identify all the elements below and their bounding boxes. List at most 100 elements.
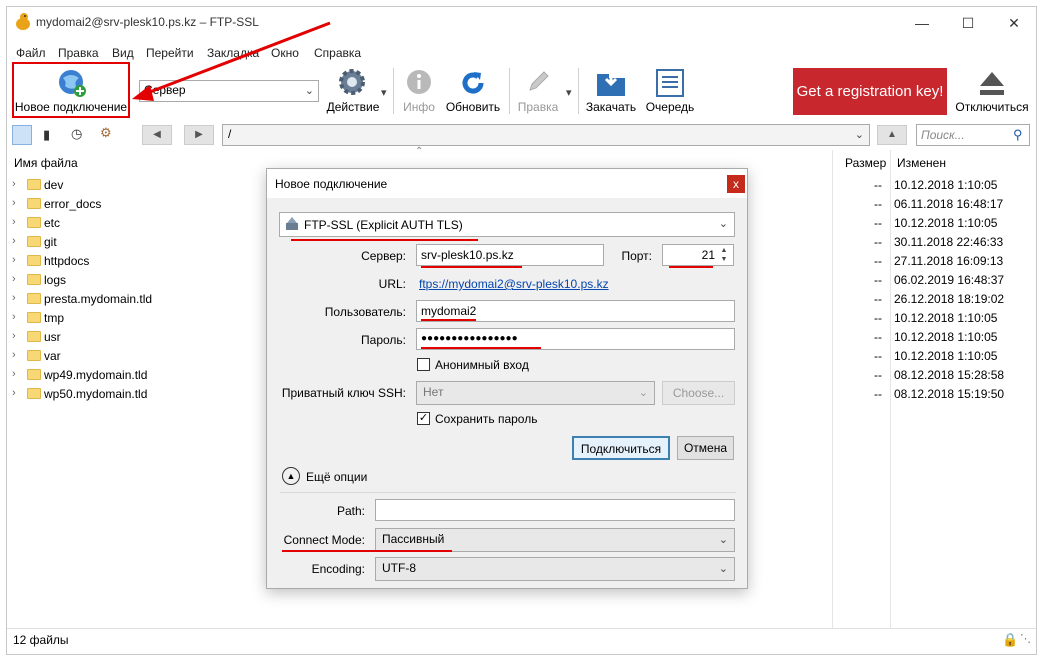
file-modified: 26.12.2018 18:19:02 bbox=[894, 292, 1005, 306]
browser-view-icon[interactable] bbox=[12, 125, 32, 145]
edit-button[interactable]: Правка bbox=[514, 66, 562, 116]
annotation-underline bbox=[421, 347, 541, 349]
status-text: 12 файлы bbox=[13, 633, 69, 647]
port-stepper-icon[interactable]: ▲ ▼ bbox=[717, 246, 731, 264]
file-size: -- bbox=[874, 349, 882, 363]
status-bar bbox=[7, 628, 1036, 653]
history-icon[interactable]: ◷ bbox=[71, 126, 82, 142]
file-modified: 10.12.2018 1:10:05 bbox=[894, 216, 998, 230]
expand-chevron-icon[interactable]: › bbox=[12, 273, 16, 285]
expand-chevron-icon[interactable]: › bbox=[12, 178, 16, 190]
folder-icon bbox=[27, 274, 41, 285]
column-header-size[interactable]: Размер bbox=[845, 156, 886, 170]
expand-chevron-icon[interactable]: › bbox=[12, 292, 16, 304]
minimize-button[interactable]: — bbox=[899, 8, 945, 38]
file-modified: 10.12.2018 1:10:05 bbox=[894, 349, 998, 363]
server-field[interactable]: srv-plesk10.ps.kz bbox=[416, 244, 604, 266]
column-header-modified[interactable]: Изменен bbox=[897, 156, 946, 170]
parent-folder-button[interactable]: ▲ bbox=[877, 125, 907, 145]
file-size: -- bbox=[874, 197, 882, 211]
dialog-close-button[interactable]: x bbox=[727, 175, 745, 193]
action-dropdown-icon[interactable]: ▾ bbox=[381, 86, 387, 99]
file-size: -- bbox=[874, 330, 882, 344]
column-header-name[interactable]: Имя файла bbox=[14, 156, 78, 170]
dialog-title: Новое подключение bbox=[275, 177, 388, 191]
path-select[interactable]: / ⌄ bbox=[222, 124, 870, 146]
chevron-down-icon: ⌄ bbox=[718, 563, 728, 575]
new-connection-button[interactable]: Новое подключение bbox=[12, 62, 130, 118]
annotation-underline bbox=[669, 266, 713, 268]
back-button[interactable]: ◀ bbox=[142, 125, 172, 145]
port-label: Порт: bbox=[621, 249, 652, 263]
edit-dropdown-icon[interactable]: ▾ bbox=[566, 86, 572, 99]
close-window-button[interactable]: ✕ bbox=[991, 8, 1037, 38]
folder-icon bbox=[27, 312, 41, 323]
folder-icon bbox=[27, 198, 41, 209]
lock-icon: 🔒 bbox=[1002, 632, 1019, 647]
password-label: Пароль: bbox=[361, 333, 406, 347]
encoding-value: UTF-8 bbox=[382, 561, 416, 575]
choose-key-button[interactable]: Choose... bbox=[662, 381, 735, 405]
app-logo-icon bbox=[15, 12, 31, 30]
menu-file[interactable]: Файл bbox=[16, 46, 46, 60]
refresh-button[interactable]: Обновить bbox=[443, 66, 503, 116]
anonymous-checkbox[interactable] bbox=[417, 358, 430, 371]
annotation-underline bbox=[421, 319, 476, 321]
save-password-label: Сохранить пароль bbox=[435, 412, 538, 426]
file-name: wp49.mydomain.tld bbox=[44, 368, 148, 382]
url-link[interactable]: ftps://mydomai2@srv-plesk10.ps.kz bbox=[419, 277, 609, 291]
annotation-underline bbox=[282, 550, 452, 552]
server-label: Сервер: bbox=[361, 249, 406, 263]
expand-chevron-icon[interactable]: › bbox=[12, 197, 16, 209]
expand-chevron-icon[interactable]: › bbox=[12, 216, 16, 228]
expand-chevron-icon[interactable]: › bbox=[12, 254, 16, 266]
ssh-key-select[interactable]: Нет ⌄ bbox=[416, 381, 655, 405]
ftp-drive-icon bbox=[286, 217, 298, 231]
queue-button[interactable]: Очередь bbox=[643, 66, 697, 116]
path-value: / bbox=[228, 127, 232, 141]
annotation-underline bbox=[421, 266, 522, 268]
bookmarks-icon[interactable]: ▮ bbox=[43, 127, 50, 143]
path-label: Path: bbox=[336, 504, 365, 518]
encoding-select[interactable]: UTF-8 ⌄ bbox=[375, 557, 735, 581]
more-options-label[interactable]: Ещё опции bbox=[306, 470, 367, 484]
pencil-icon bbox=[524, 68, 552, 99]
folder-icon bbox=[27, 369, 41, 380]
file-size: -- bbox=[874, 216, 882, 230]
maximize-button[interactable]: ☐ bbox=[945, 8, 991, 38]
registration-key-button[interactable]: Get a registration key! bbox=[793, 68, 947, 115]
protocol-select[interactable]: FTP-SSL (Explicit AUTH TLS) ⌄ bbox=[279, 212, 735, 237]
file-modified: 06.02.2019 16:48:37 bbox=[894, 273, 1005, 287]
path-field[interactable] bbox=[375, 499, 735, 521]
download-button[interactable]: Закачать bbox=[584, 66, 638, 116]
file-size: -- bbox=[874, 273, 882, 287]
resize-grip-icon[interactable]: ⋱ bbox=[1020, 632, 1031, 645]
expand-chevron-icon[interactable]: › bbox=[12, 311, 16, 323]
menu-edit[interactable]: Правка bbox=[58, 46, 99, 60]
download-folder-icon bbox=[595, 68, 627, 101]
expand-chevron-icon[interactable]: › bbox=[12, 387, 16, 399]
file-name: tmp bbox=[44, 311, 65, 325]
bonjour-icon[interactable]: ⚙ bbox=[100, 125, 112, 141]
folder-icon bbox=[27, 217, 41, 228]
disconnect-button[interactable]: Отключиться bbox=[952, 66, 1032, 116]
expand-chevron-icon[interactable]: › bbox=[12, 349, 16, 361]
save-password-checkbox[interactable]: ✓ bbox=[417, 412, 430, 425]
connect-button[interactable]: Подключиться bbox=[572, 436, 670, 460]
file-size: -- bbox=[874, 254, 882, 268]
info-button[interactable]: Инфо bbox=[399, 66, 439, 116]
file-modified: 06.11.2018 16:48:17 bbox=[894, 197, 1004, 211]
forward-button[interactable]: ▶ bbox=[184, 125, 214, 145]
expand-chevron-icon[interactable]: › bbox=[12, 330, 16, 342]
expand-chevron-icon[interactable]: › bbox=[12, 368, 16, 380]
file-size: -- bbox=[874, 368, 882, 382]
chevron-down-icon: ⌄ bbox=[638, 387, 648, 399]
collapse-options-icon[interactable]: ▲ bbox=[282, 467, 300, 485]
url-label: URL: bbox=[378, 277, 406, 291]
expand-chevron-icon[interactable]: › bbox=[12, 235, 16, 247]
connect-mode-select[interactable]: Пассивный ⌄ bbox=[375, 528, 735, 552]
cancel-button[interactable]: Отмена bbox=[677, 436, 734, 460]
folder-icon bbox=[27, 236, 41, 247]
info-label: Инфо bbox=[403, 100, 435, 114]
file-name: git bbox=[44, 235, 57, 249]
